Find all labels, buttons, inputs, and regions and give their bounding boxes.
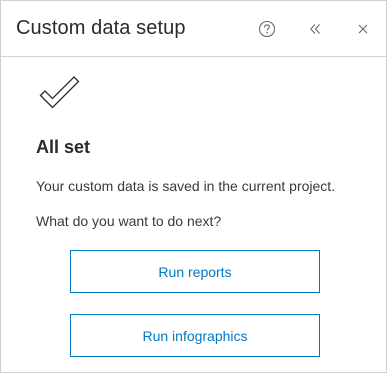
next-prompt: What do you want to do next? — [36, 213, 222, 229]
close-icon — [356, 22, 370, 36]
custom-data-setup-panel: Custom data setup All set Your custom da… — [0, 0, 387, 373]
double-chevron-left-icon — [307, 21, 323, 37]
collapse-button[interactable] — [303, 17, 327, 41]
panel-title: Custom data setup — [16, 17, 186, 39]
close-button[interactable] — [351, 17, 375, 41]
checkmark-icon — [38, 74, 82, 115]
saved-message: Your custom data is saved in the current… — [36, 178, 336, 194]
panel-header: Custom data setup — [1, 1, 386, 57]
question-circle-icon — [258, 20, 276, 38]
help-button[interactable] — [255, 17, 279, 41]
run-infographics-button[interactable]: Run infographics — [70, 314, 320, 357]
status-heading: All set — [36, 137, 91, 157]
run-reports-button[interactable]: Run reports — [70, 250, 320, 293]
